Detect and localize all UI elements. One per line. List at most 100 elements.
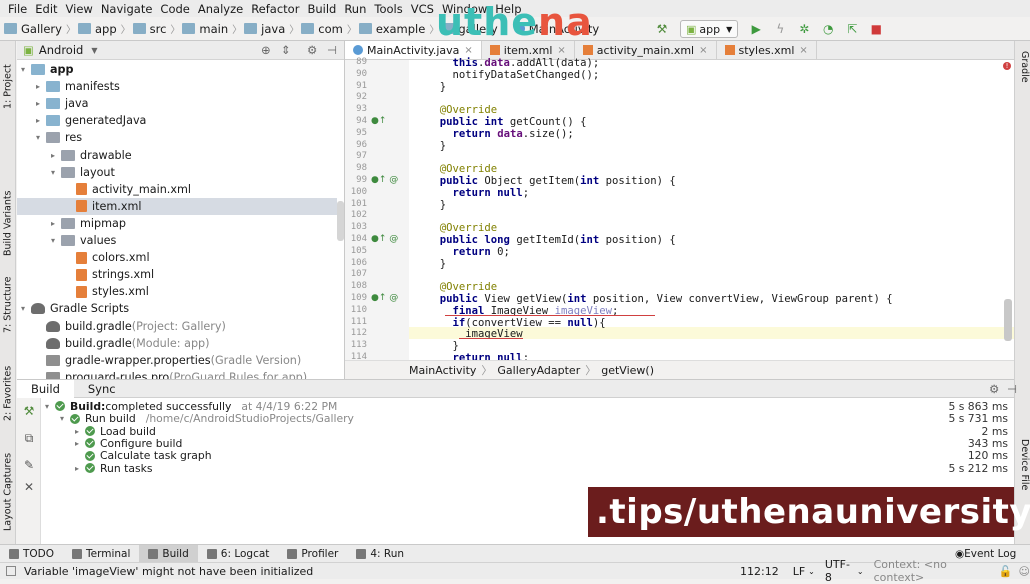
- build-row[interactable]: ▸ Load build: [75, 425, 156, 438]
- build-row[interactable]: ▸ Configure build: [75, 437, 182, 450]
- chevron-down-icon[interactable]: ▾: [21, 65, 31, 74]
- chevron-down-icon[interactable]: ▾: [51, 236, 61, 245]
- chevron-right-icon[interactable]: ▸: [51, 219, 61, 228]
- tree-item[interactable]: colors.xml: [17, 249, 337, 266]
- tool-tab-device-file-explorer[interactable]: Device File: [1016, 439, 1030, 490]
- build-row[interactable]: ▾ Build: completed successfully at 4/4/19 …: [45, 400, 337, 413]
- run-config-select[interactable]: ▣ app ▼: [680, 20, 739, 38]
- code-breadcrumb-item[interactable]: getView(): [601, 364, 654, 377]
- bottom-tab-6logcat[interactable]: 6: Logcat: [198, 545, 279, 562]
- chevron-down-icon[interactable]: ▾: [45, 402, 55, 411]
- tab-sync[interactable]: Sync: [74, 382, 130, 396]
- chevron-right-icon[interactable]: ▸: [36, 116, 46, 125]
- apply-changes-icon[interactable]: ϟ: [772, 21, 788, 37]
- close-icon[interactable]: ×: [699, 45, 707, 56]
- tree-item[interactable]: ▸ manifests: [17, 78, 337, 95]
- bottom-tab-todo[interactable]: TODO: [0, 545, 63, 562]
- run-icon[interactable]: ▶: [748, 21, 764, 37]
- menu-item-view[interactable]: View: [62, 2, 97, 16]
- debug-icon[interactable]: ✲: [796, 21, 812, 37]
- tree-item[interactable]: ▾ res: [17, 129, 337, 146]
- chevron-right-icon[interactable]: ▸: [75, 427, 85, 436]
- override-gutter-icon[interactable]: ●↑: [371, 116, 386, 126]
- stop-icon[interactable]: ■: [868, 21, 884, 37]
- override-gutter-icon[interactable]: ●↑ @: [371, 234, 398, 244]
- tree-item[interactable]: styles.xml: [17, 283, 337, 300]
- override-gutter-icon[interactable]: ●↑ @: [371, 293, 398, 303]
- build-row[interactable]: Calculate task graph: [75, 449, 212, 462]
- code-breadcrumb-item[interactable]: GalleryAdapter: [497, 364, 580, 377]
- bottom-tab-4run[interactable]: 4: Run: [347, 545, 413, 562]
- tool-tab-structure[interactable]: 7: Structure: [1, 273, 15, 333]
- breadcrumb-item[interactable]: com 〉: [301, 21, 357, 36]
- tree-item[interactable]: gradle-wrapper.properties (Gradle Versio…: [17, 352, 337, 369]
- tool-tab-layout-captures[interactable]: Layout Captures: [1, 446, 15, 531]
- chevron-down-icon[interactable]: ▾: [21, 304, 31, 313]
- chevron-down-icon[interactable]: ▾: [36, 133, 46, 142]
- locate-icon[interactable]: ⊕: [261, 43, 271, 57]
- tree-item[interactable]: build.gradle (Module: app): [17, 335, 337, 352]
- scrollbar[interactable]: [337, 201, 344, 241]
- editor-tab[interactable]: styles.xml ×: [717, 41, 817, 59]
- inspector-icon[interactable]: ☺: [1019, 565, 1030, 578]
- menu-item-refactor[interactable]: Refactor: [247, 2, 303, 16]
- chevron-right-icon[interactable]: ▸: [75, 439, 85, 448]
- hide-icon[interactable]: ⊣: [327, 43, 337, 57]
- close-icon[interactable]: ×: [464, 45, 472, 56]
- tree-item[interactable]: item.xml: [17, 197, 337, 215]
- breadcrumb-item[interactable]: src 〉: [132, 21, 180, 36]
- menu-item-run[interactable]: Run: [340, 2, 370, 16]
- menu-item-navigate[interactable]: Navigate: [97, 2, 157, 16]
- tool-tab-gradle[interactable]: Gradle: [1016, 51, 1030, 83]
- bottom-tab-profiler[interactable]: Profiler: [278, 545, 347, 562]
- menu-item-vcs[interactable]: VCS: [407, 2, 438, 16]
- tree-item[interactable]: strings.xml: [17, 266, 337, 283]
- code-breadcrumb-item[interactable]: MainActivity: [409, 364, 476, 377]
- file-encoding[interactable]: UTF-8: [825, 558, 854, 584]
- menu-item-code[interactable]: Code: [156, 2, 193, 16]
- close-icon[interactable]: ×: [557, 45, 565, 56]
- chevron-right-icon[interactable]: ▸: [36, 99, 46, 108]
- hide-icon[interactable]: ⊣: [993, 382, 1030, 396]
- tree-item[interactable]: ▸ drawable: [17, 147, 337, 164]
- lock-icon[interactable]: 🔓: [999, 565, 1013, 578]
- chevron-down-icon[interactable]: ▾: [51, 168, 61, 177]
- close-icon[interactable]: ✕: [22, 480, 36, 494]
- tree-item[interactable]: activity_main.xml: [17, 181, 337, 198]
- menu-item-build[interactable]: Build: [303, 2, 340, 16]
- attach-debugger-icon[interactable]: ⇱: [844, 21, 860, 37]
- rebuild-icon[interactable]: ⚒: [22, 404, 36, 418]
- status-toggle-icon[interactable]: [6, 566, 16, 576]
- collapse-icon[interactable]: ⇕: [281, 43, 291, 57]
- gear-icon[interactable]: ⚙: [307, 43, 317, 57]
- tree-item[interactable]: ▾ layout: [17, 164, 337, 181]
- tree-item[interactable]: ▸ java: [17, 95, 337, 112]
- tree-item[interactable]: ▸ generatedJava: [17, 112, 337, 129]
- build-row[interactable]: ▾ Run build/home/c/AndroidStudioProjects/…: [60, 412, 354, 425]
- menu-item-edit[interactable]: Edit: [31, 2, 61, 16]
- chevron-down-icon[interactable]: ▼: [91, 46, 97, 55]
- breadcrumb-item[interactable]: java 〉: [244, 21, 299, 36]
- editor-scrollbar[interactable]: [1004, 299, 1012, 341]
- tree-item[interactable]: ▾ app: [17, 61, 337, 78]
- menu-item-tools[interactable]: Tools: [370, 2, 406, 16]
- tool-tab-build-variants[interactable]: Build Variants: [1, 176, 15, 256]
- chevron-down-icon[interactable]: ▾: [60, 414, 70, 423]
- tool-tab-favorites[interactable]: 2: Favorites: [1, 361, 15, 421]
- caret-position[interactable]: 112:12: [740, 565, 779, 578]
- tab-build[interactable]: Build: [17, 379, 74, 398]
- make-project-icon[interactable]: ⚒: [654, 21, 670, 37]
- chevron-right-icon[interactable]: ▸: [75, 464, 85, 473]
- pin-icon[interactable]: ✎: [22, 458, 36, 472]
- breadcrumb-item[interactable]: app 〉: [77, 21, 131, 36]
- breadcrumb-item[interactable]: Gallery 〉: [4, 21, 76, 36]
- tree-item[interactable]: ▾ values: [17, 232, 337, 249]
- project-view-select[interactable]: Android: [39, 43, 83, 57]
- error-indicator-icon[interactable]: !: [1003, 62, 1011, 70]
- override-gutter-icon[interactable]: ●↑ @: [371, 175, 398, 185]
- tree-item[interactable]: ▾ Gradle Scripts: [17, 300, 337, 317]
- bottom-tab-terminal[interactable]: Terminal: [63, 545, 139, 562]
- breadcrumb-item[interactable]: example 〉: [358, 21, 439, 36]
- bottom-tab-build[interactable]: Build: [139, 545, 198, 562]
- code-area[interactable]: this.data.addAll(data); notifyDataSetCha…: [409, 57, 1004, 364]
